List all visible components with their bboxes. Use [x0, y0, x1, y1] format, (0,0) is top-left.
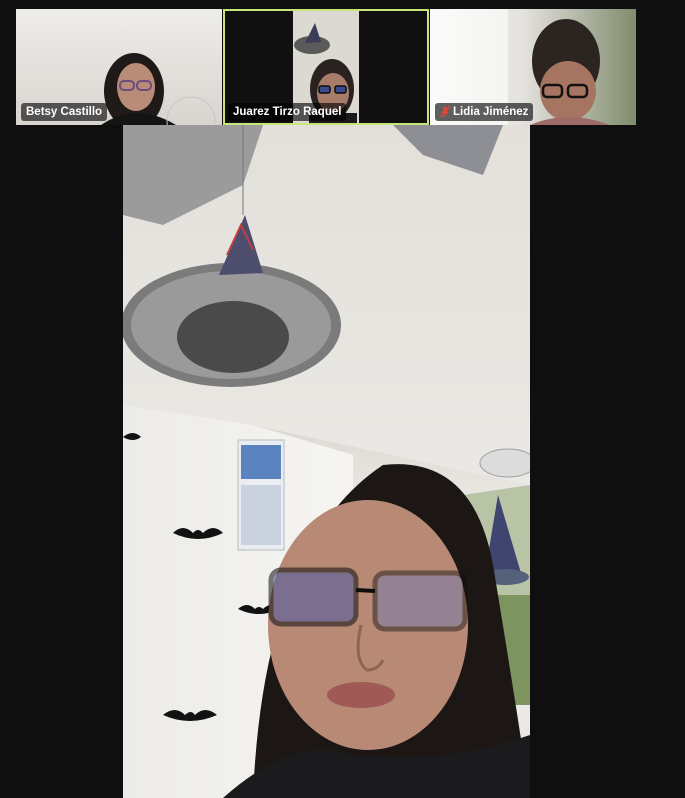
participant-name: Lidia Jiménez: [453, 106, 529, 118]
speaker-video-frame: [123, 125, 530, 798]
participant-name-tag: Lidia Jiménez: [435, 103, 534, 121]
participant-tile-raquel[interactable]: Juarez Tirzo Raquel: [223, 9, 429, 125]
main-speaker-video[interactable]: [123, 125, 530, 798]
participant-strip: Betsy Castillo Juarez Tirzo Raquel Lidia…: [0, 0, 685, 125]
participant-tile-betsy[interactable]: Betsy Castillo: [16, 9, 222, 125]
participant-name-tag: Juarez Tirzo Raquel: [228, 103, 347, 121]
participant-tile-lidia[interactable]: Lidia Jiménez: [430, 9, 636, 125]
participant-name-tag: Betsy Castillo: [21, 103, 108, 121]
participant-name: Betsy Castillo: [26, 106, 103, 118]
mic-muted-icon: [440, 106, 450, 118]
participant-name: Juarez Tirzo Raquel: [233, 106, 342, 118]
